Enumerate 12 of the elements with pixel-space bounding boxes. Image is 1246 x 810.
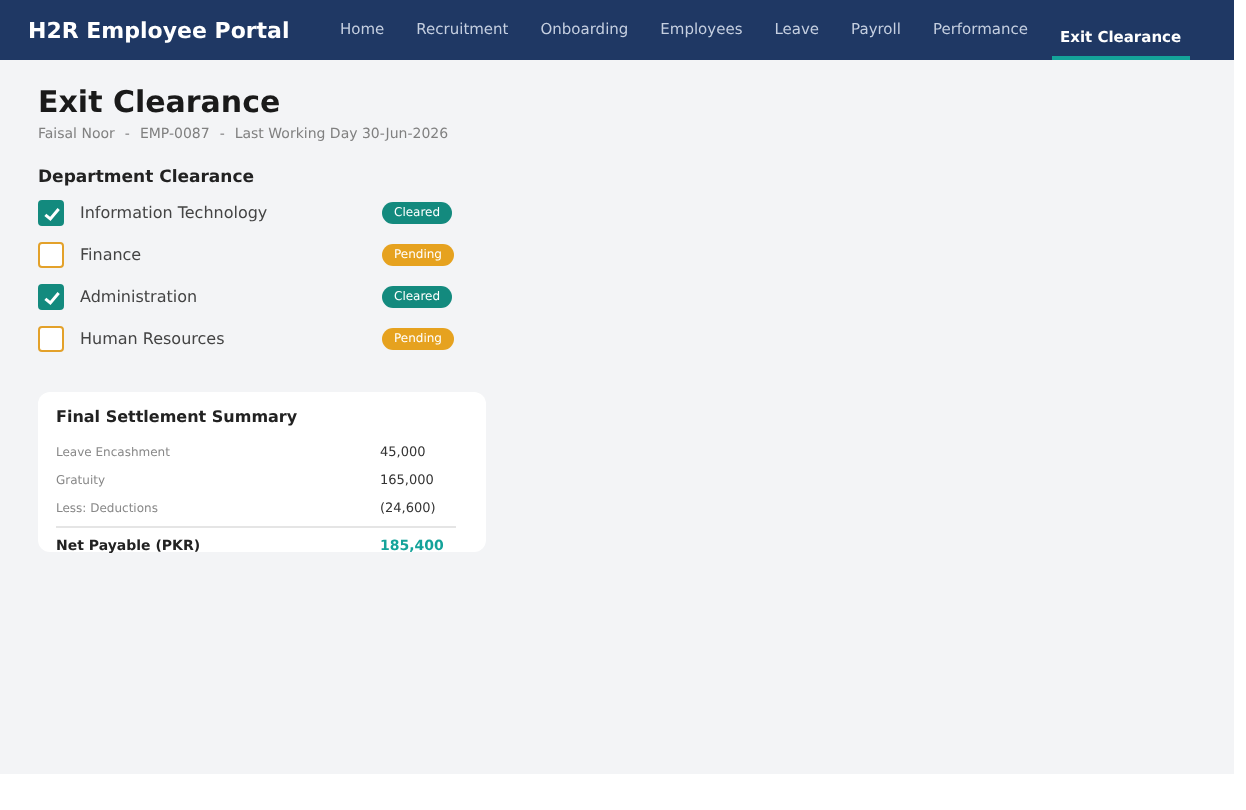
section-heading: Department Clearance [38,168,257,188]
department-label: Finance [80,246,144,264]
department-label: Information Technology [80,204,270,222]
app-title: H2R Employee Portal [28,17,292,43]
checkbox[interactable] [38,242,64,268]
checkbox[interactable] [38,200,64,226]
page-title: Exit Clearance [38,84,283,120]
checkbox[interactable] [38,326,64,352]
department-label: Administration [80,288,200,306]
card-title: Final Settlement Summary [56,408,300,426]
department-label: Human Resources [80,330,227,348]
checkbox[interactable] [38,284,64,310]
